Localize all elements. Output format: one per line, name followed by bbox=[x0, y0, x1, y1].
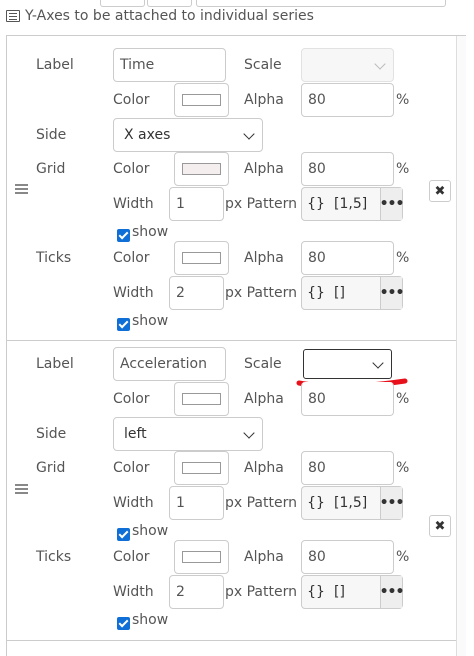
scale-caption: Scale bbox=[244, 356, 282, 372]
grid-pattern-input[interactable]: {} [1,5] ••• bbox=[301, 187, 404, 221]
percent-sign: % bbox=[396, 250, 410, 266]
more-options-icon[interactable]: ••• bbox=[380, 487, 404, 519]
json-braces-icon: {} bbox=[307, 285, 325, 301]
px-pattern-caption: px Pattern bbox=[225, 285, 297, 301]
top-input-partial-2[interactable] bbox=[147, 0, 192, 7]
axes-list-container: Label Time Scale Color Alpha 80 % Side X… bbox=[6, 35, 466, 656]
label-alpha-input[interactable]: 80 bbox=[301, 382, 394, 416]
label-input[interactable]: Acceleration bbox=[113, 347, 226, 381]
grid-width-input[interactable]: 1 bbox=[169, 486, 224, 520]
ticks-pattern-input[interactable]: {} [] ••• bbox=[301, 276, 404, 310]
chevron-down-icon bbox=[374, 58, 386, 70]
alpha-caption: Alpha bbox=[244, 391, 284, 407]
delete-axis-button[interactable]: ✖ bbox=[429, 515, 451, 537]
label-alpha-input[interactable]: 80 bbox=[301, 83, 394, 117]
width-caption: Width bbox=[113, 285, 154, 301]
delete-axis-button[interactable]: ✖ bbox=[429, 180, 451, 202]
percent-sign: % bbox=[396, 549, 410, 565]
width-caption: Width bbox=[113, 495, 154, 511]
side-caption: Side bbox=[36, 426, 67, 442]
label-color-picker[interactable] bbox=[174, 382, 229, 416]
width-caption: Width bbox=[113, 584, 154, 600]
grid-alpha-input[interactable]: 80 bbox=[301, 152, 394, 186]
chevron-down-icon bbox=[243, 427, 255, 439]
percent-sign: % bbox=[396, 391, 410, 407]
show-caption: show bbox=[132, 523, 169, 539]
more-options-icon[interactable]: ••• bbox=[380, 576, 404, 608]
percent-sign: % bbox=[396, 161, 410, 177]
side-caption: Side bbox=[36, 127, 67, 143]
ticks-caption: Ticks bbox=[36, 250, 72, 266]
ticks-color-picker[interactable] bbox=[174, 241, 229, 275]
label-caption: Label bbox=[36, 356, 74, 372]
section-header: Y-Axes to be attached to individual seri… bbox=[6, 8, 314, 24]
json-braces-icon: {} bbox=[307, 196, 325, 212]
color-caption: Color bbox=[113, 92, 150, 108]
ticks-pattern-input[interactable]: {} [] ••• bbox=[301, 575, 404, 609]
color-caption: Color bbox=[113, 549, 150, 565]
grid-caption: Grid bbox=[36, 161, 66, 177]
alpha-caption: Alpha bbox=[244, 460, 284, 476]
drag-handle-icon[interactable] bbox=[15, 184, 28, 193]
show-caption: show bbox=[132, 224, 169, 240]
chevron-down-icon bbox=[372, 357, 384, 369]
ticks-show-checkbox[interactable] bbox=[117, 617, 130, 630]
label-input[interactable]: Time bbox=[113, 48, 226, 82]
more-options-icon[interactable]: ••• bbox=[380, 188, 404, 220]
label-color-picker[interactable] bbox=[174, 83, 229, 117]
grid-show-checkbox[interactable] bbox=[117, 229, 130, 242]
show-caption: show bbox=[132, 313, 169, 329]
ticks-width-input[interactable]: 2 bbox=[169, 575, 224, 609]
percent-sign: % bbox=[396, 92, 410, 108]
grid-show-checkbox[interactable] bbox=[117, 528, 130, 541]
grid-width-input[interactable]: 1 bbox=[169, 187, 224, 221]
more-options-icon[interactable]: ••• bbox=[380, 277, 404, 309]
alpha-caption: Alpha bbox=[244, 549, 284, 565]
color-caption: Color bbox=[113, 250, 150, 266]
show-caption: show bbox=[132, 612, 169, 628]
grid-color-picker[interactable] bbox=[174, 451, 229, 485]
width-caption: Width bbox=[113, 196, 154, 212]
grid-alpha-input[interactable]: 80 bbox=[301, 451, 394, 485]
percent-sign: % bbox=[396, 460, 410, 476]
chevron-down-icon bbox=[243, 128, 255, 140]
scale-select[interactable] bbox=[301, 48, 394, 82]
color-caption: Color bbox=[113, 460, 150, 476]
alpha-caption: Alpha bbox=[244, 92, 284, 108]
axis-row: Label Time Scale Color Alpha 80 % Side X… bbox=[7, 36, 456, 341]
ticks-width-input[interactable]: 2 bbox=[169, 276, 224, 310]
color-caption: Color bbox=[113, 391, 150, 407]
alpha-caption: Alpha bbox=[244, 250, 284, 266]
color-caption: Color bbox=[113, 161, 150, 177]
label-caption: Label bbox=[36, 57, 74, 73]
px-pattern-caption: px Pattern bbox=[225, 495, 297, 511]
top-input-partial-1[interactable] bbox=[100, 0, 145, 7]
ticks-alpha-input[interactable]: 80 bbox=[301, 540, 394, 574]
px-pattern-caption: px Pattern bbox=[225, 584, 297, 600]
vertical-scrollbar[interactable] bbox=[456, 36, 466, 656]
scale-caption: Scale bbox=[244, 57, 282, 73]
ticks-caption: Ticks bbox=[36, 549, 72, 565]
alpha-caption: Alpha bbox=[244, 161, 284, 177]
side-select[interactable]: left bbox=[113, 417, 263, 451]
side-select[interactable]: X axes bbox=[113, 118, 263, 152]
json-braces-icon: {} bbox=[307, 495, 325, 511]
ticks-show-checkbox[interactable] bbox=[117, 318, 130, 331]
grid-color-picker[interactable] bbox=[174, 152, 229, 186]
top-input-partial-3[interactable] bbox=[196, 0, 446, 7]
grid-caption: Grid bbox=[36, 460, 66, 476]
axis-row: Label Acceleration Scale Color Alpha 80 … bbox=[7, 341, 456, 641]
grid-pattern-input[interactable]: {} [1,5] ••• bbox=[301, 486, 404, 520]
ticks-alpha-input[interactable]: 80 bbox=[301, 241, 394, 275]
ticks-color-picker[interactable] bbox=[174, 540, 229, 574]
px-pattern-caption: px Pattern bbox=[225, 196, 297, 212]
section-title: Y-Axes to be attached to individual seri… bbox=[25, 8, 314, 24]
list-icon bbox=[6, 10, 20, 22]
json-braces-icon: {} bbox=[307, 584, 325, 600]
drag-handle-icon[interactable] bbox=[15, 484, 28, 493]
